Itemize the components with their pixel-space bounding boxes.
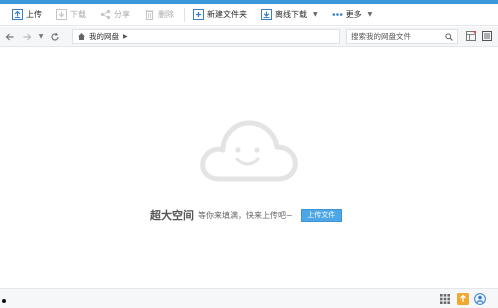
search-input[interactable] [347,30,443,43]
chevron-right-icon[interactable]: ▶ [123,33,128,40]
more-dots-icon [332,9,343,20]
offline-download-icon [261,9,272,20]
toolbar: 上传 下载 分享 删除 新建文件夹 离线下载 ▼ 更多 ▼ [0,4,498,26]
thumbnail-view-icon[interactable] [466,31,476,41]
home-icon [78,33,85,40]
back-arrow-icon [5,33,14,40]
share-label: 分享 [114,10,130,19]
app-grid-icon[interactable] [439,293,451,305]
refresh-button[interactable] [48,30,62,44]
upload-button[interactable]: 上传 [8,6,46,24]
offline-download-button[interactable]: 离线下载 ▼ [257,6,322,24]
breadcrumb[interactable]: 我的网盘 ▶ [72,29,340,44]
share-icon [100,9,111,20]
forward-button[interactable] [20,30,34,44]
download-button[interactable]: 下载 [52,6,90,24]
forward-arrow-icon [23,33,32,40]
share-button[interactable]: 分享 [96,6,134,24]
trash-icon [144,9,155,20]
chevron-down-icon: ▼ [38,33,44,40]
history-dropdown[interactable]: ▼ [37,30,45,44]
delete-button[interactable]: 删除 [140,6,178,24]
new-folder-button[interactable]: 新建文件夹 [189,6,251,24]
chevron-down-icon: ▼ [313,11,318,18]
navigation-bar: ▼ 我的网盘 ▶ [0,27,498,47]
download-icon [56,9,67,20]
back-button[interactable] [3,30,17,44]
refresh-icon [51,32,59,41]
file-list-area: 超大空间 等你来填满，快来上传吧~ 上传文件 [0,48,498,288]
new-folder-icon [193,9,204,20]
status-dot [2,299,6,303]
toolbar-divider [184,7,185,22]
new-folder-label: 新建文件夹 [207,10,247,19]
more-button[interactable]: 更多 ▼ [328,6,377,24]
chevron-down-icon: ▼ [367,11,373,18]
transfer-icon[interactable] [457,293,469,305]
offline-download-label: 离线下载 [275,10,307,19]
delete-label: 删除 [158,10,174,19]
smiling-cloud-icon [200,120,298,182]
empty-state-subtitle: 等你来填满，快来上传吧~ [198,210,293,220]
status-bar [0,288,498,308]
user-avatar-icon[interactable] [474,293,486,305]
empty-state-message: 超大空间 等你来填满，快来上传吧~ 上传文件 [150,207,342,223]
upload-label: 上传 [26,10,42,19]
more-label: 更多 [345,10,362,19]
download-label: 下载 [70,10,86,19]
list-view-icon[interactable] [482,31,492,41]
empty-state-title: 超大空间 [150,209,194,222]
upload-file-button[interactable]: 上传文件 [300,208,342,222]
search-box [346,29,458,44]
breadcrumb-my-netdisk[interactable]: 我的网盘 [89,31,119,42]
search-icon[interactable] [445,33,453,41]
upload-icon [12,9,23,20]
